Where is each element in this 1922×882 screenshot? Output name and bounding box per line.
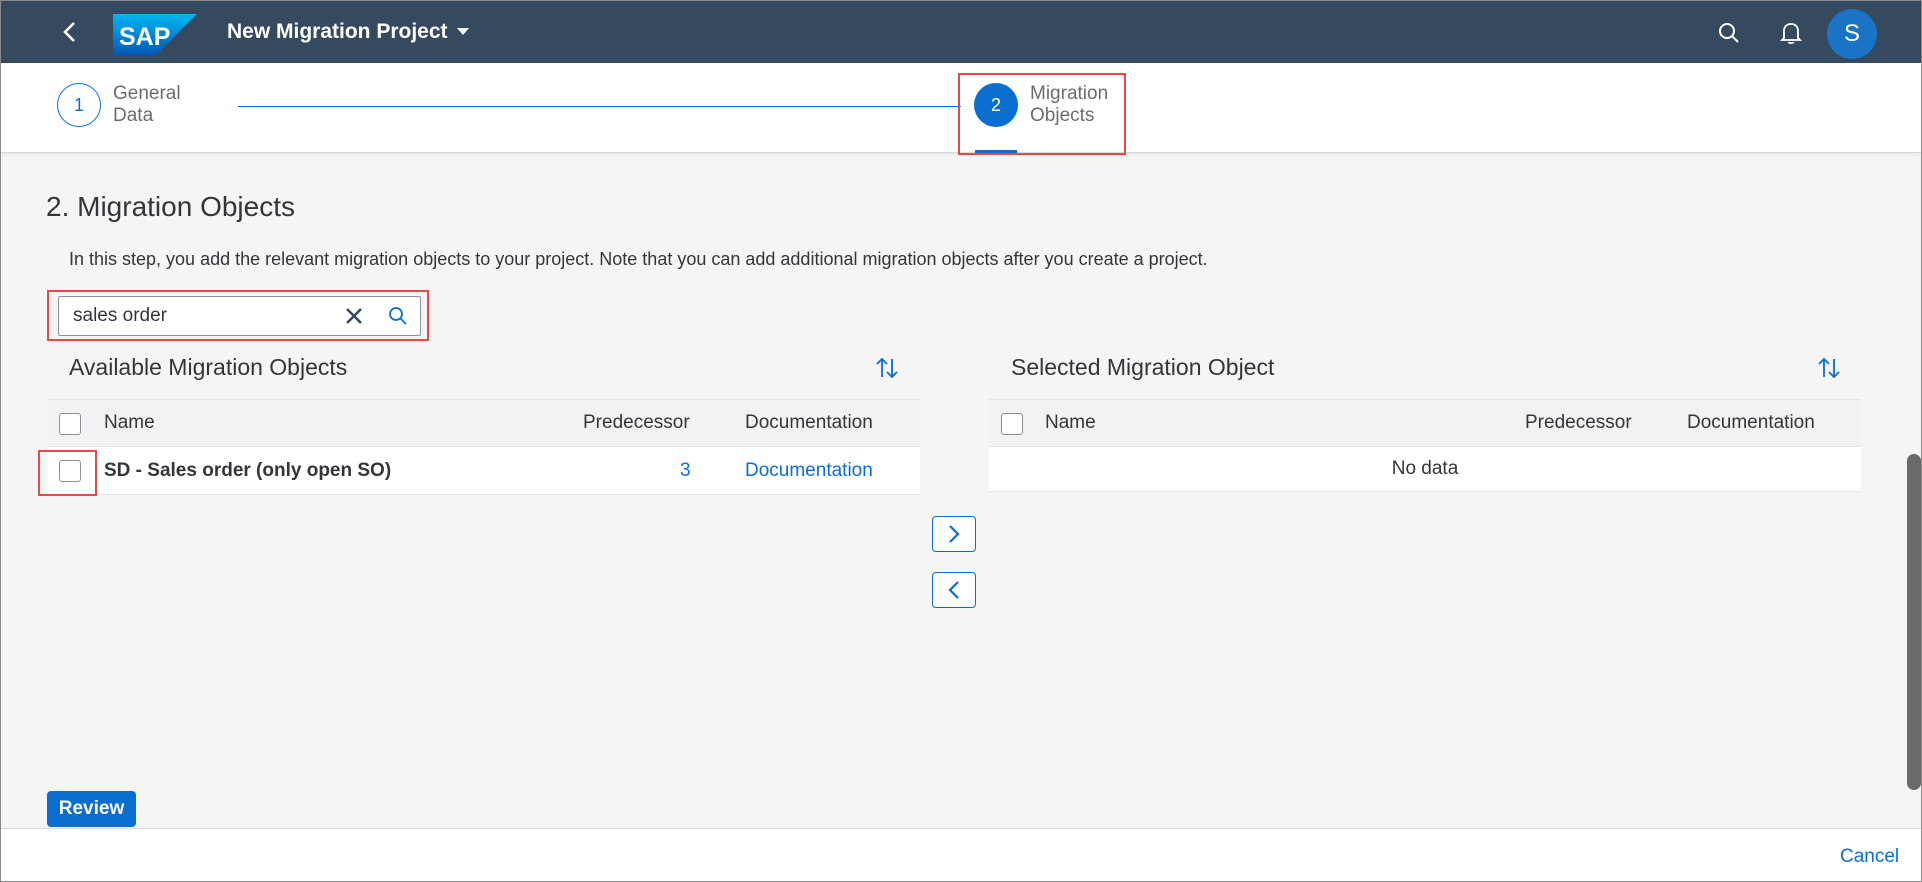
- sap-logo: SAP: [113, 14, 197, 55]
- selected-objects-title: Selected Migration Object: [1011, 354, 1275, 380]
- shell-search-button[interactable]: [1715, 19, 1743, 47]
- step-label: General Data: [113, 83, 203, 127]
- user-avatar[interactable]: S: [1827, 9, 1877, 59]
- column-header-predecessor[interactable]: Predecessor: [1525, 400, 1632, 446]
- table-row[interactable]: SD - Sales order (only open SO) 3 Docume…: [47, 447, 920, 495]
- step-number: 2: [974, 83, 1018, 127]
- notifications-button[interactable]: [1777, 19, 1805, 47]
- chevron-right-icon: [949, 525, 960, 543]
- back-chevron-icon: [63, 22, 75, 42]
- caret-down-icon: [456, 28, 469, 35]
- column-header-name[interactable]: Name: [1045, 400, 1096, 446]
- sort-icon: [1818, 357, 1840, 379]
- wizard-step-migration-objects[interactable]: 2 Migration Objects: [974, 83, 1120, 127]
- app-title-menu[interactable]: New Migration Project: [227, 20, 470, 44]
- cancel-button[interactable]: Cancel: [1840, 846, 1899, 868]
- step-label-line: Data: [113, 105, 154, 126]
- search-field[interactable]: [58, 296, 421, 336]
- column-header-predecessor[interactable]: Predecessor: [583, 400, 690, 446]
- column-header-name[interactable]: Name: [104, 400, 155, 446]
- row-checkbox[interactable]: [59, 460, 81, 482]
- available-sort-button[interactable]: [871, 352, 903, 384]
- search-input[interactable]: [59, 297, 332, 335]
- vertical-scrollbar[interactable]: [1907, 454, 1921, 790]
- active-step-indicator: [975, 150, 1017, 153]
- wizard-progress-bar: 1 General Data 2 Migration Objects: [1, 63, 1921, 153]
- chevron-left-icon: [948, 581, 959, 599]
- app-window: SAP New Migration Project S 1 General Da…: [0, 0, 1922, 882]
- step-label: Migration Objects: [1030, 83, 1120, 127]
- no-data-text: No data: [1391, 458, 1459, 479]
- sort-icon: [876, 357, 898, 379]
- close-icon: [346, 308, 362, 324]
- shell-bar: SAP New Migration Project S: [1, 1, 1921, 63]
- app-title: New Migration Project: [227, 20, 448, 43]
- selected-sort-button[interactable]: [1813, 352, 1845, 384]
- selected-objects-table: Name Predecessor Documentation No data: [989, 399, 1861, 492]
- back-button[interactable]: [57, 19, 83, 45]
- svg-text:SAP: SAP: [119, 23, 170, 51]
- step-label-line: General: [113, 83, 181, 104]
- select-all-checkbox[interactable]: [59, 413, 81, 435]
- table-header: Name Predecessor Documentation: [47, 399, 920, 447]
- table-header: Name Predecessor Documentation: [989, 399, 1861, 447]
- empty-row: No data: [989, 447, 1861, 492]
- search-icon: [1719, 23, 1739, 43]
- wizard-connector-line: [238, 106, 961, 107]
- bell-icon: [1780, 23, 1802, 45]
- step-label-line: Objects: [1030, 105, 1095, 126]
- column-header-documentation[interactable]: Documentation: [1687, 400, 1815, 446]
- avatar-initial: S: [1843, 20, 1860, 47]
- review-button[interactable]: Review: [47, 791, 136, 827]
- documentation-link[interactable]: Documentation: [745, 447, 873, 494]
- clear-search-button[interactable]: [332, 297, 376, 335]
- step-description: In this step, you add the relevant migra…: [69, 249, 1208, 269]
- add-to-selected-button[interactable]: [932, 516, 976, 552]
- predecessor-count-link[interactable]: 3: [680, 447, 691, 494]
- remove-from-selected-button[interactable]: [932, 572, 976, 608]
- available-objects-table: Name Predecessor Documentation SD - Sale…: [47, 399, 920, 495]
- available-objects-title: Available Migration Objects: [69, 354, 348, 380]
- select-all-checkbox[interactable]: [1001, 413, 1023, 435]
- submit-search-button[interactable]: [376, 297, 420, 335]
- search-icon: [389, 307, 407, 325]
- step-number: 1: [57, 83, 101, 127]
- column-header-documentation[interactable]: Documentation: [745, 400, 873, 446]
- row-name: SD - Sales order (only open SO): [104, 459, 392, 481]
- wizard-step-general-data[interactable]: 1 General Data: [57, 83, 203, 127]
- page-title: 2. Migration Objects: [46, 191, 295, 222]
- step-label-line: Migration: [1030, 83, 1109, 104]
- footer-bar: Cancel: [1, 828, 1921, 881]
